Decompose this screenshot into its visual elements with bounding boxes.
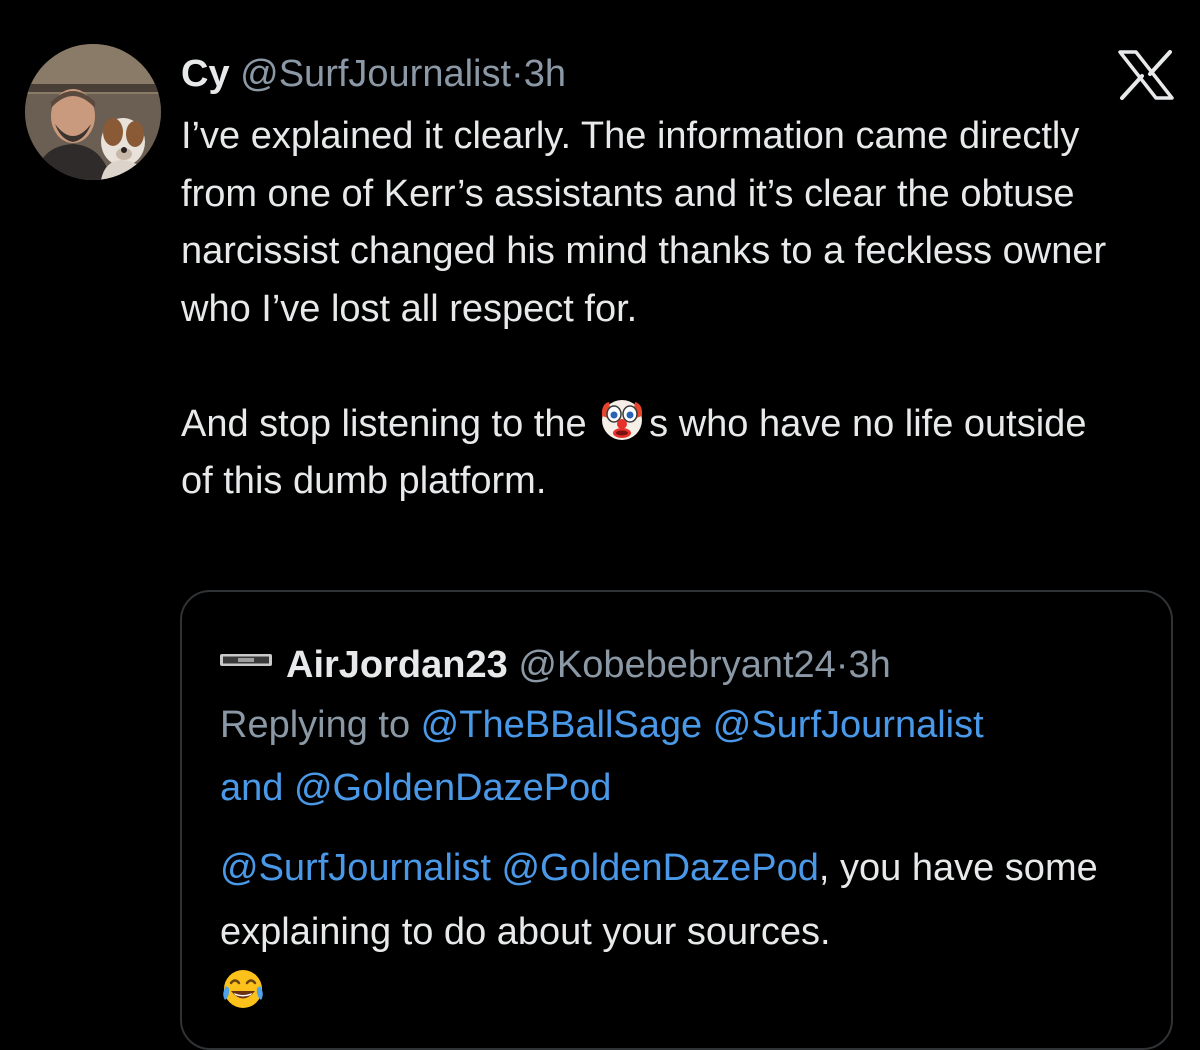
quoted-timestamp[interactable]: 3h: [848, 644, 890, 686]
clown-face-emoji-icon: [599, 396, 645, 442]
separator-dot: ·: [511, 53, 524, 95]
handle[interactable]: @SurfJournalist: [240, 53, 511, 95]
mention-link[interactable]: @TheBBallSage: [421, 704, 703, 746]
replying-and-text[interactable]: and: [220, 767, 294, 809]
x-logo-icon[interactable]: [1118, 50, 1174, 100]
replying-to-line: Replying to @TheBBallSage @SurfJournalis…: [220, 694, 1150, 820]
post-header: Cy @SurfJournalist·3h: [181, 50, 566, 98]
post-text: I’ve explained it clearly. The informati…: [181, 108, 1121, 511]
mention-link[interactable]: @SurfJournalist: [713, 704, 984, 746]
mention-link[interactable]: @GoldenDazePod: [294, 767, 611, 809]
timestamp[interactable]: 3h: [524, 53, 566, 95]
avatar-image: [25, 44, 161, 180]
post-text-paragraph-2: And stop listening to the s who have no …: [181, 396, 1121, 511]
quoted-post-text: @SurfJournalist @GoldenDazePod, you have…: [220, 836, 1160, 1028]
post-text-paragraph-1: I’ve explained it clearly. The informati…: [181, 115, 1107, 330]
avatar[interactable]: [25, 44, 161, 180]
quoted-avatar[interactable]: [220, 632, 272, 666]
tears-of-joy-emoji-icon: [220, 966, 266, 1012]
quoted-post-card[interactable]: AirJordan23 @Kobebebryant24·3h Replying …: [180, 590, 1173, 1050]
mention-link[interactable]: @SurfJournalist: [220, 847, 491, 889]
quoted-handle[interactable]: @Kobebebryant24: [518, 644, 835, 686]
replying-prefix: Replying to: [220, 704, 421, 746]
quoted-display-name[interactable]: AirJordan23: [286, 644, 508, 686]
mention-link[interactable]: @GoldenDazePod: [501, 847, 818, 889]
post-text-segment: And stop listening to the: [181, 402, 598, 445]
display-name[interactable]: Cy: [181, 53, 230, 95]
quoted-separator-dot: ·: [835, 644, 849, 686]
quoted-post-header: AirJordan23 @Kobebebryant24·3h: [220, 632, 891, 690]
